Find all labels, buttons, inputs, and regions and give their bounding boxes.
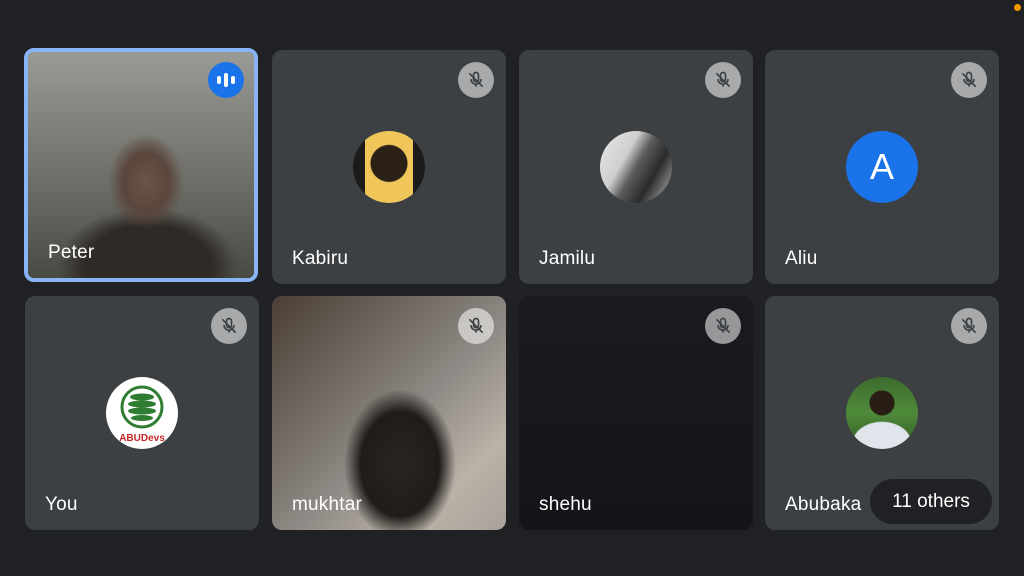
mic-off-icon	[951, 62, 987, 98]
participant-tile-kabiru[interactable]: Kabiru	[272, 50, 506, 284]
participant-name: Jamilu	[539, 248, 596, 269]
audio-level-icon	[208, 62, 244, 98]
participant-name: Abubaka	[785, 494, 862, 515]
participant-grid: Peter Kabiru Jamilu A Aliu ABUDevs You m…	[0, 0, 1024, 576]
participant-avatar	[846, 377, 918, 449]
participant-tile-jamilu[interactable]: Jamilu	[519, 50, 753, 284]
participant-tile-you[interactable]: ABUDevs You	[25, 296, 259, 530]
participant-name: mukhtar	[292, 494, 363, 515]
mic-off-icon	[951, 308, 987, 344]
svg-text:ABUDevs: ABUDevs	[119, 433, 165, 444]
participant-name: You	[45, 494, 78, 515]
mic-off-icon	[211, 308, 247, 344]
abudevs-logo: ABUDevs	[106, 377, 178, 449]
others-count-chip[interactable]: 11 others	[870, 479, 992, 524]
mic-off-icon	[458, 62, 494, 98]
mic-off-icon	[705, 62, 741, 98]
participant-name: Peter	[48, 242, 95, 263]
mic-off-icon	[705, 308, 741, 344]
participant-avatar	[600, 131, 672, 203]
participant-avatar: A	[846, 131, 918, 203]
mic-off-icon	[458, 308, 494, 344]
participant-avatar	[353, 131, 425, 203]
participant-tile-peter[interactable]: Peter	[24, 48, 258, 282]
participant-tile-aliu[interactable]: A Aliu	[765, 50, 999, 284]
participant-tile-shehu[interactable]: shehu	[519, 296, 753, 530]
participant-tile-mukhtar[interactable]: mukhtar	[272, 296, 506, 530]
participant-name: shehu	[539, 494, 592, 515]
participant-name: Aliu	[785, 248, 818, 269]
participant-name: Kabiru	[292, 248, 349, 269]
